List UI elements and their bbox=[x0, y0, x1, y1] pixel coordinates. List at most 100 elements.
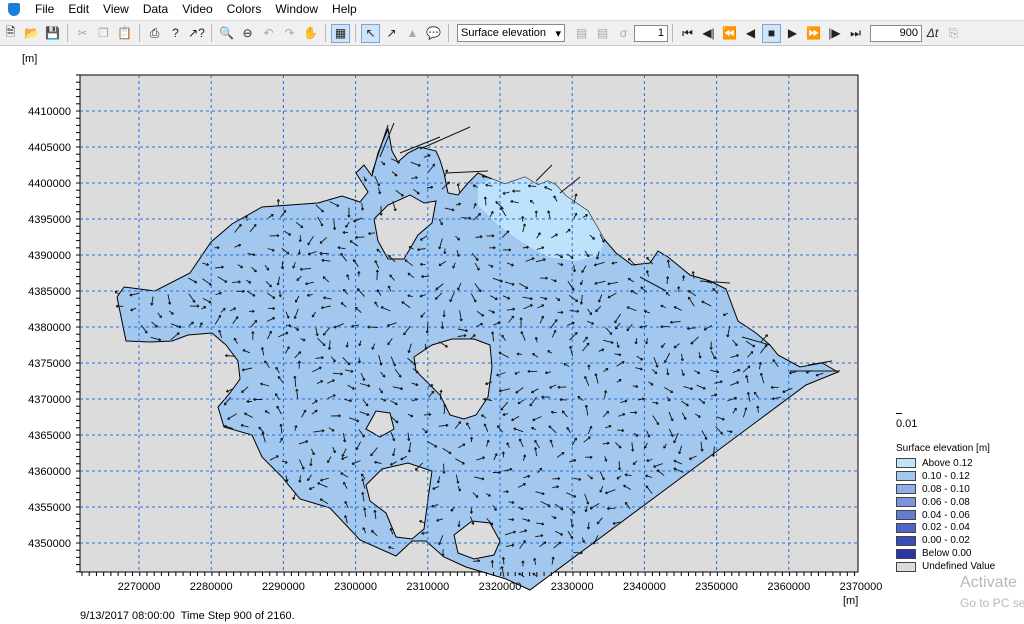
legend-item: 0.00 - 0.02 bbox=[896, 534, 995, 547]
info-pointer-icon[interactable]: 💬 bbox=[424, 24, 443, 43]
vector-arrow-head bbox=[531, 257, 535, 259]
x-tick-label: 2370000 bbox=[840, 581, 883, 593]
vector-arrow-head bbox=[548, 425, 551, 429]
vector-arrow-head bbox=[657, 364, 659, 368]
legend-label: Above 0.12 bbox=[922, 457, 973, 469]
select-pointer-icon[interactable]: ↖ bbox=[361, 23, 380, 43]
chevron-down-icon: ▾ bbox=[555, 27, 561, 40]
layer-down-icon[interactable]: ▤ bbox=[572, 24, 591, 43]
x-tick-label: 2270000 bbox=[118, 581, 161, 593]
legend-item: Undefined Value bbox=[896, 560, 995, 573]
x-tick-label: 2340000 bbox=[623, 581, 666, 593]
menu-bar: File Edit View Data Video Colors Window … bbox=[0, 0, 1024, 19]
vector-arrow-head bbox=[387, 325, 390, 327]
legend-swatch bbox=[896, 561, 916, 572]
item-selector-dropdown[interactable]: Surface elevation ▾ bbox=[457, 24, 565, 42]
vector-arrow-head bbox=[342, 289, 345, 292]
export-icon[interactable]: ⎘ bbox=[944, 24, 963, 43]
legend-swatch bbox=[896, 458, 916, 469]
y-tick-label: 4350000 bbox=[28, 538, 71, 550]
menu-colors[interactable]: Colors bbox=[220, 0, 269, 19]
play-icon[interactable]: ▶ bbox=[783, 24, 802, 43]
vector-arrow-head bbox=[622, 413, 626, 415]
x-tick-label: 2350000 bbox=[695, 581, 738, 593]
menu-window[interactable]: Window bbox=[268, 0, 325, 19]
cut-icon[interactable]: ✂ bbox=[73, 24, 92, 43]
legend-swatch bbox=[896, 535, 916, 546]
open-folder-icon[interactable]: 📂 bbox=[22, 24, 41, 43]
vector-arrow-head bbox=[653, 466, 656, 468]
y-tick-label: 4390000 bbox=[28, 250, 71, 262]
legend-swatch bbox=[896, 484, 916, 495]
vector-arrow-head bbox=[435, 298, 438, 300]
first-step-icon[interactable]: ⏮ bbox=[678, 24, 697, 43]
vector-arrow-head bbox=[436, 520, 440, 522]
y-tick-label: 4395000 bbox=[28, 214, 71, 226]
vector-arrow-head bbox=[541, 246, 544, 248]
toolbar-separator bbox=[672, 24, 673, 42]
help-icon[interactable]: ? bbox=[166, 24, 185, 43]
y-tick-label: 4400000 bbox=[28, 178, 71, 190]
time-step-input[interactable]: 900 bbox=[870, 24, 922, 42]
vector-arrow-head bbox=[627, 258, 630, 261]
pan-hand-icon[interactable]: ✋ bbox=[301, 24, 320, 43]
map-plot[interactable]: [m] 2270000 2280000 2290000 2300000 2310000 2… bbox=[0, 45, 890, 610]
activation-watermark-sub: Go to PC se bbox=[960, 596, 1024, 610]
vector-arrow-head bbox=[506, 230, 510, 232]
x-tick-label: 2330000 bbox=[551, 581, 594, 593]
previous-zoom-icon[interactable]: ↶ bbox=[259, 24, 278, 43]
legend-label: 0.08 - 0.10 bbox=[922, 483, 970, 495]
x-tick-label: 2290000 bbox=[262, 581, 305, 593]
stop-icon[interactable]: ■ bbox=[762, 23, 781, 43]
node-select-icon[interactable]: ↗ bbox=[382, 24, 401, 43]
context-help-icon[interactable]: ↗? bbox=[187, 24, 206, 43]
menu-data[interactable]: Data bbox=[136, 0, 175, 19]
toolbar: 🗎 📂 💾 ✂ ❐ 📋 ⎙ ? ↗? 🔍 ⊖ ↶ ↷ ✋ ▦ ↖ ↗ ▲ 💬 S… bbox=[0, 20, 1024, 46]
vector-arrow-head bbox=[305, 440, 308, 442]
menu-help[interactable]: Help bbox=[325, 0, 364, 19]
zoom-in-icon[interactable]: 🔍 bbox=[217, 24, 236, 43]
previous-step-icon[interactable]: ◀| bbox=[699, 24, 718, 43]
vector-arrow-head bbox=[419, 296, 423, 298]
vector-arrow-head bbox=[222, 307, 226, 310]
last-step-icon[interactable]: ⏭ bbox=[846, 24, 865, 43]
y-tick-label: 4385000 bbox=[28, 286, 71, 298]
legend-swatch bbox=[896, 522, 916, 533]
vector-arrow-head bbox=[218, 291, 222, 294]
paste-icon[interactable]: 📋 bbox=[115, 24, 134, 43]
legend-title: Surface elevation [m] bbox=[896, 443, 990, 454]
play-backward-fast-icon[interactable]: ⏪ bbox=[720, 24, 739, 43]
zoom-out-icon[interactable]: ⊖ bbox=[238, 24, 257, 43]
grid-toggle-icon[interactable]: ▦ bbox=[331, 23, 350, 43]
toolbar-separator bbox=[211, 24, 212, 42]
x-tick-label: 2320000 bbox=[479, 581, 522, 593]
x-tick-label: 2300000 bbox=[334, 581, 377, 593]
menu-file[interactable]: File bbox=[28, 0, 61, 19]
vector-arrow-head bbox=[431, 506, 434, 508]
save-icon[interactable]: 💾 bbox=[43, 24, 62, 43]
play-forward-fast-icon[interactable]: ⏩ bbox=[804, 24, 823, 43]
menu-edit[interactable]: Edit bbox=[61, 0, 96, 19]
next-step-icon[interactable]: |▶ bbox=[825, 24, 844, 43]
delta-t-icon[interactable]: Δt bbox=[923, 24, 942, 43]
layer-input[interactable]: 1 bbox=[634, 24, 668, 42]
legend-item: Above 0.12 bbox=[896, 457, 995, 470]
menu-video[interactable]: Video bbox=[175, 0, 219, 19]
y-tick-label: 4370000 bbox=[28, 394, 71, 406]
polygon-select-icon[interactable]: ▲ bbox=[403, 24, 422, 43]
copy-icon[interactable]: ❐ bbox=[94, 24, 113, 43]
vector-arrow-head bbox=[258, 427, 260, 430]
new-file-icon[interactable]: 🗎 bbox=[1, 24, 20, 43]
next-zoom-icon[interactable]: ↷ bbox=[280, 24, 299, 43]
print-icon[interactable]: ⎙ bbox=[145, 24, 164, 43]
layer-up-icon[interactable]: ▤ bbox=[593, 24, 612, 43]
legend-label: 0.10 - 0.12 bbox=[922, 470, 970, 482]
vector-arrow-head bbox=[458, 237, 461, 241]
x-axis: 2270000 2280000 2290000 2300000 2310000 23200… bbox=[81, 572, 883, 593]
sigma-layer-icon[interactable]: σ bbox=[614, 24, 633, 43]
vector-arrow-head bbox=[624, 399, 628, 402]
play-backward-icon[interactable]: ◀ bbox=[741, 24, 760, 43]
toolbar-separator bbox=[355, 24, 356, 42]
menu-view[interactable]: View bbox=[96, 0, 136, 19]
vector-arrow-head bbox=[594, 264, 597, 267]
